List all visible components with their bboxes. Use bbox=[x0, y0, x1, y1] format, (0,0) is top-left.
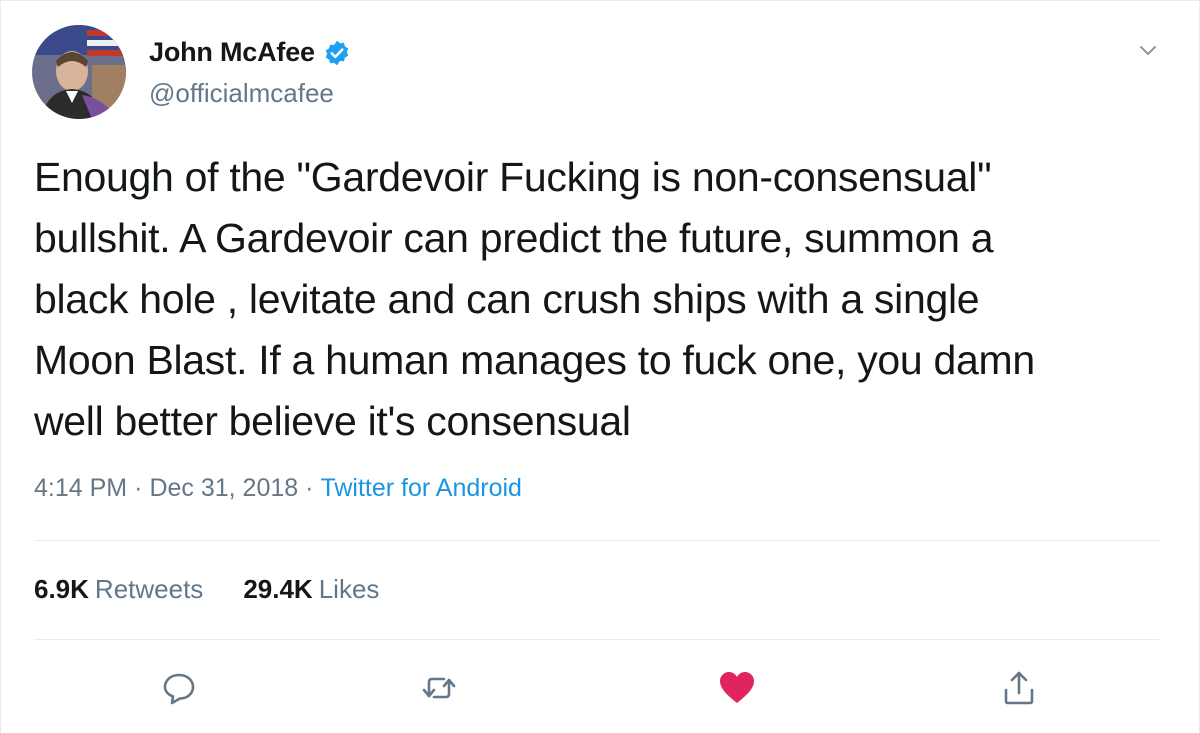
action-bar bbox=[1, 668, 1200, 708]
reply-icon[interactable] bbox=[159, 668, 199, 708]
tweet-stats: 6.9K Retweets 29.4K Likes bbox=[34, 574, 419, 605]
avatar[interactable] bbox=[32, 25, 126, 119]
divider bbox=[34, 639, 1159, 640]
retweets-label: Retweets bbox=[94, 574, 204, 604]
retweets-stat[interactable]: 6.9K Retweets bbox=[34, 574, 203, 605]
display-name[interactable]: John McAfee bbox=[149, 37, 315, 68]
retweet-icon[interactable] bbox=[419, 668, 459, 708]
user-handle[interactable]: @officialmcafee bbox=[149, 78, 334, 109]
separator-dot: · bbox=[305, 474, 314, 502]
tweet-card: John McAfee @officialmcafee Enough of th… bbox=[0, 0, 1200, 733]
likes-stat[interactable]: 29.4K Likes bbox=[243, 574, 379, 605]
separator-dot: · bbox=[134, 474, 143, 502]
likes-count: 29.4K bbox=[243, 574, 313, 604]
tweet-date[interactable]: Dec 31, 2018 bbox=[149, 474, 298, 503]
tweet-source-link[interactable]: Twitter for Android bbox=[320, 474, 521, 503]
verified-badge-icon bbox=[323, 39, 351, 67]
likes-label: Likes bbox=[318, 574, 380, 604]
author-name-row: John McAfee bbox=[149, 37, 351, 68]
divider bbox=[34, 540, 1159, 541]
tweet-meta: 4:14 PM · Dec 31, 2018 · Twitter for And… bbox=[34, 474, 522, 503]
share-icon[interactable] bbox=[999, 668, 1039, 708]
heart-icon[interactable] bbox=[717, 668, 757, 708]
tweet-text: Enough of the "Gardevoir Fucking is non-… bbox=[34, 154, 1035, 444]
retweets-count: 6.9K bbox=[34, 574, 89, 604]
tweet-time[interactable]: 4:14 PM bbox=[34, 474, 127, 503]
chevron-down-icon[interactable] bbox=[1137, 39, 1159, 61]
